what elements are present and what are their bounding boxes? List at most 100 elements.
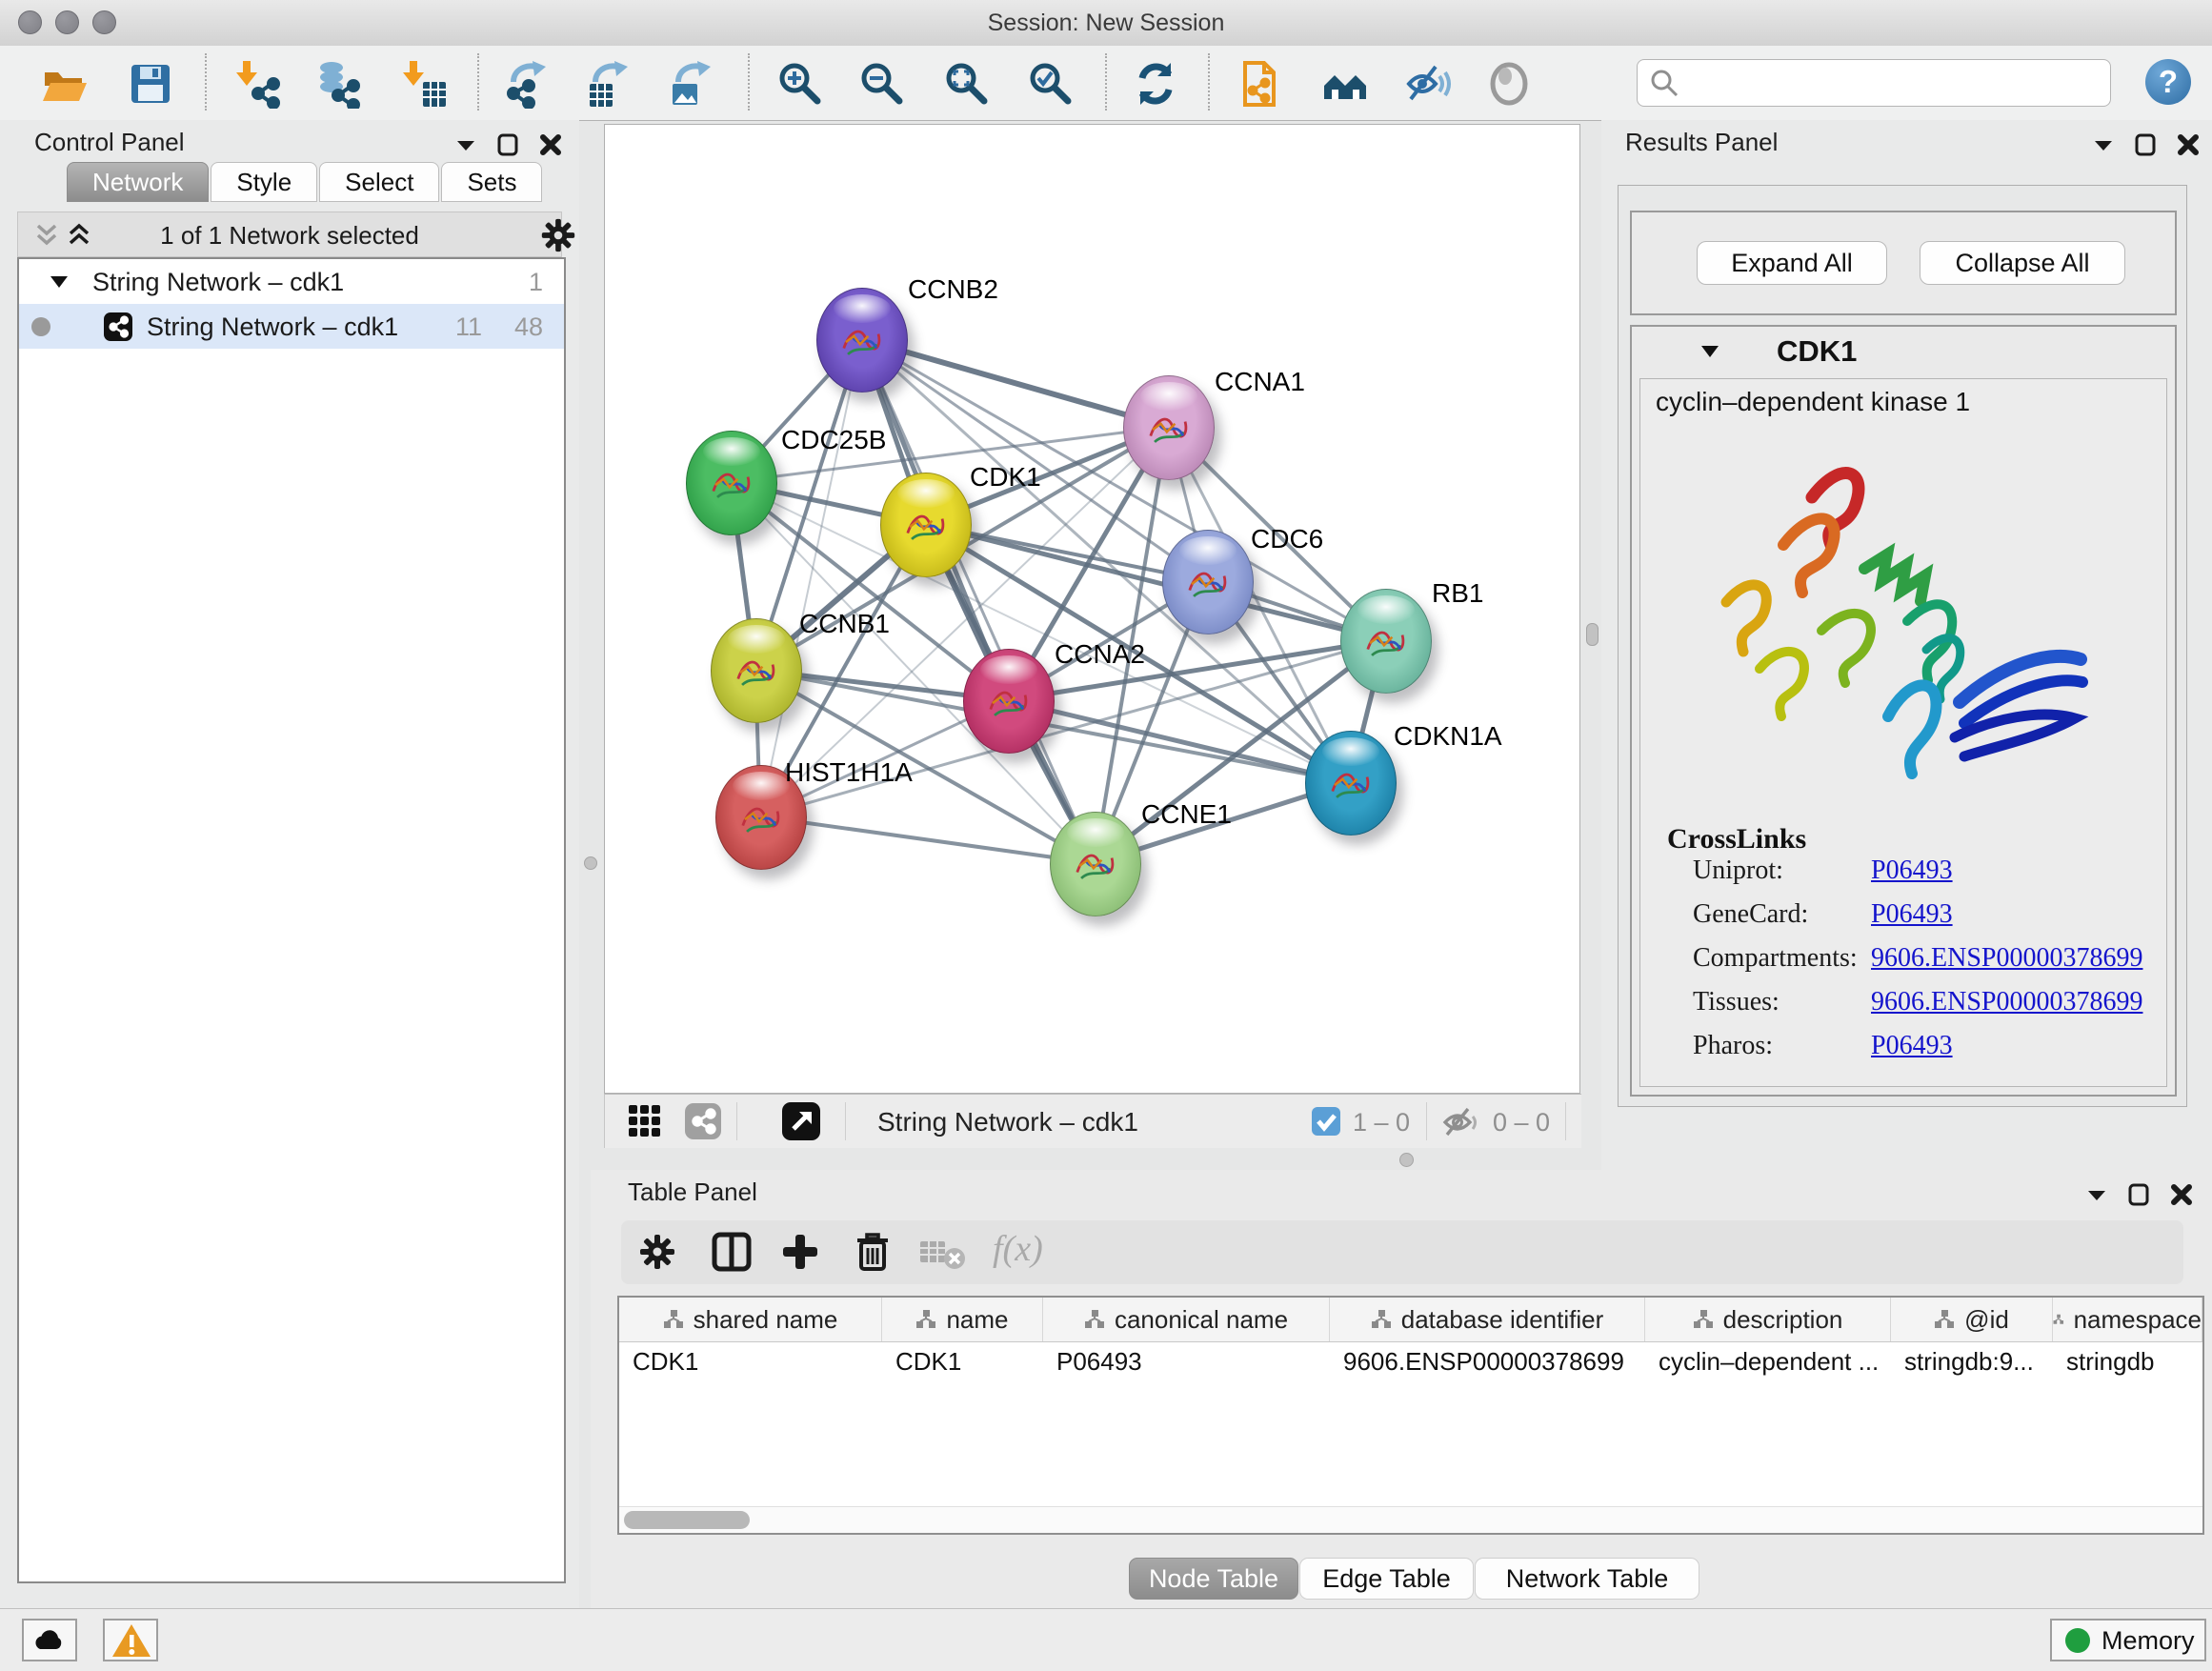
close-panel-icon[interactable] bbox=[2170, 1183, 2193, 1206]
node-CDK1[interactable] bbox=[880, 473, 972, 577]
network-list-options-gear-icon[interactable] bbox=[538, 215, 578, 255]
table-cell[interactable]: 9606.ENSP00000378699 bbox=[1330, 1341, 1645, 1381]
node-label-CDK1: CDK1 bbox=[970, 462, 1041, 493]
export-image-icon[interactable] bbox=[665, 59, 714, 109]
open-session-icon[interactable] bbox=[40, 59, 90, 109]
float-panel-icon[interactable] bbox=[497, 133, 518, 156]
column-header-description[interactable]: description bbox=[1645, 1298, 1891, 1341]
left-splitter-grip[interactable] bbox=[584, 856, 597, 870]
node-CDKN1A[interactable] bbox=[1305, 731, 1397, 836]
selected-checkbox-icon[interactable] bbox=[1312, 1107, 1340, 1136]
toolbar-divider bbox=[477, 53, 479, 111]
crosslink-link[interactable]: 9606.ENSP00000378699 bbox=[1871, 987, 2142, 1017]
delete-column-trash-icon[interactable] bbox=[852, 1229, 894, 1275]
tab-select[interactable]: Select bbox=[319, 162, 439, 202]
node-CCNA2[interactable] bbox=[963, 649, 1055, 754]
collapse-panel-icon[interactable] bbox=[455, 137, 476, 152]
right-splitter-grip[interactable] bbox=[1586, 623, 1599, 646]
float-panel-icon[interactable] bbox=[2128, 1183, 2149, 1206]
tree-expand-arrow-icon[interactable] bbox=[50, 274, 69, 290]
node-CCNB2[interactable] bbox=[816, 288, 908, 393]
zoom-selected-icon[interactable] bbox=[1026, 59, 1076, 109]
export-table-icon[interactable] bbox=[582, 59, 632, 109]
node-CCNB1[interactable] bbox=[711, 618, 802, 723]
select-columns-icon[interactable] bbox=[711, 1231, 753, 1273]
table-row[interactable]: CDK1CDK1P064939606.ENSP00000378699cyclin… bbox=[619, 1341, 2202, 1381]
network-collection-row[interactable]: String Network – cdk1 1 bbox=[19, 259, 564, 304]
table-cell[interactable]: P06493 bbox=[1043, 1341, 1330, 1381]
tab-sets[interactable]: Sets bbox=[441, 162, 542, 202]
export-network-icon[interactable] bbox=[500, 59, 550, 109]
search-input[interactable] bbox=[1637, 59, 2111, 107]
scrollbar-thumb[interactable] bbox=[624, 1511, 750, 1529]
gray-eye-icon[interactable] bbox=[1486, 59, 1536, 109]
memory-button[interactable]: Memory bbox=[2050, 1619, 2206, 1661]
warning-button[interactable] bbox=[103, 1619, 158, 1661]
zoom-fit-icon[interactable] bbox=[942, 59, 992, 109]
table-cell[interactable]: stringdb bbox=[2053, 1341, 2202, 1381]
table-cell[interactable]: cyclin–dependent ... bbox=[1645, 1341, 1891, 1381]
float-panel-icon[interactable] bbox=[2135, 133, 2156, 156]
column-header-namespace[interactable]: namespace bbox=[2053, 1298, 2202, 1341]
external-view-icon[interactable] bbox=[782, 1102, 820, 1140]
collapse-panel-icon[interactable] bbox=[2093, 137, 2114, 152]
tab-network[interactable]: Network bbox=[67, 162, 209, 202]
node-CDC25B[interactable] bbox=[686, 431, 777, 535]
crosslink-link[interactable]: 9606.ENSP00000378699 bbox=[1871, 943, 2142, 974]
tab-node-table[interactable]: Node Table bbox=[1129, 1558, 1298, 1600]
close-panel-icon[interactable] bbox=[539, 133, 562, 156]
crosslink-link[interactable]: P06493 bbox=[1871, 899, 1953, 930]
import-table-icon[interactable] bbox=[400, 59, 450, 109]
save-session-icon[interactable] bbox=[126, 59, 175, 109]
close-panel-icon[interactable] bbox=[2177, 133, 2200, 156]
toolbar-divider bbox=[1208, 53, 1210, 111]
grid-view-icon[interactable] bbox=[628, 1104, 662, 1138]
houses-icon[interactable] bbox=[1320, 59, 1370, 109]
string-results-box: Expand All Collapse All CDK1 cyclin–depe… bbox=[1618, 185, 2187, 1107]
column-header-canonical-name[interactable]: canonical name bbox=[1043, 1298, 1330, 1341]
collapse-all-button[interactable]: Collapse All bbox=[1920, 241, 2125, 285]
string-network-icon bbox=[104, 312, 132, 341]
column-header-name[interactable]: name bbox=[882, 1298, 1043, 1341]
tab-style[interactable]: Style bbox=[211, 162, 317, 202]
help-icon[interactable]: ? bbox=[2145, 59, 2191, 105]
node-CDC6[interactable] bbox=[1162, 530, 1254, 634]
horizontal-splitter-grip[interactable] bbox=[1399, 1153, 1414, 1167]
table-options-gear-icon[interactable] bbox=[636, 1231, 678, 1273]
tab-edge-table[interactable]: Edge Table bbox=[1299, 1558, 1474, 1600]
table-panel-title: Table Panel bbox=[628, 1178, 757, 1207]
section-collapse-arrow-icon[interactable] bbox=[1700, 344, 1719, 359]
network-row-selected[interactable]: String Network – cdk1 11 48 bbox=[19, 304, 564, 349]
node-CCNA1[interactable] bbox=[1123, 375, 1215, 480]
node-CCNE1[interactable] bbox=[1050, 812, 1141, 916]
table-cell[interactable]: stringdb:9... bbox=[1891, 1341, 2053, 1381]
horizontal-scrollbar[interactable] bbox=[619, 1506, 2202, 1533]
cloud-button[interactable] bbox=[22, 1619, 77, 1661]
column-header-shared-name[interactable]: shared name bbox=[619, 1298, 882, 1341]
crosslink-link[interactable]: P06493 bbox=[1871, 856, 1953, 886]
node-label-CCNA1: CCNA1 bbox=[1215, 367, 1305, 397]
table-cell[interactable]: CDK1 bbox=[619, 1341, 882, 1381]
share-view-icon[interactable] bbox=[685, 1103, 721, 1139]
create-column-plus-icon[interactable] bbox=[779, 1231, 821, 1273]
node-label-CDC25B: CDC25B bbox=[781, 425, 886, 455]
hide-show-icon[interactable] bbox=[1403, 59, 1453, 109]
tab-network-table[interactable]: Network Table bbox=[1475, 1558, 1699, 1600]
refresh-icon[interactable] bbox=[1131, 59, 1180, 109]
network-view-toolbar: String Network – cdk1 1 – 0 0 – 0 bbox=[604, 1094, 1581, 1148]
node-table[interactable]: shared namenamecanonical namedatabase id… bbox=[617, 1296, 2204, 1535]
share-file-icon[interactable] bbox=[1236, 59, 1285, 109]
protein-section: CDK1 cyclin–dependent kinase 1 bbox=[1630, 325, 2177, 1097]
column-header--id[interactable]: @id bbox=[1891, 1298, 2053, 1341]
network-canvas[interactable]: CCNB2CCNA1CDC25BCDK1CDC6RB1CCNB1CCNA2CDK… bbox=[604, 124, 1580, 1094]
crosslink-link[interactable]: P06493 bbox=[1871, 1031, 1953, 1061]
import-network-database-icon[interactable] bbox=[312, 59, 362, 109]
zoom-in-icon[interactable] bbox=[775, 59, 825, 109]
column-header-database-identifier[interactable]: database identifier bbox=[1330, 1298, 1645, 1341]
zoom-out-icon[interactable] bbox=[857, 59, 907, 109]
node-RB1[interactable] bbox=[1340, 589, 1432, 694]
collapse-panel-icon[interactable] bbox=[2086, 1187, 2107, 1202]
table-cell[interactable]: CDK1 bbox=[882, 1341, 1043, 1381]
expand-all-button[interactable]: Expand All bbox=[1697, 241, 1887, 285]
import-network-file-icon[interactable] bbox=[233, 59, 283, 109]
